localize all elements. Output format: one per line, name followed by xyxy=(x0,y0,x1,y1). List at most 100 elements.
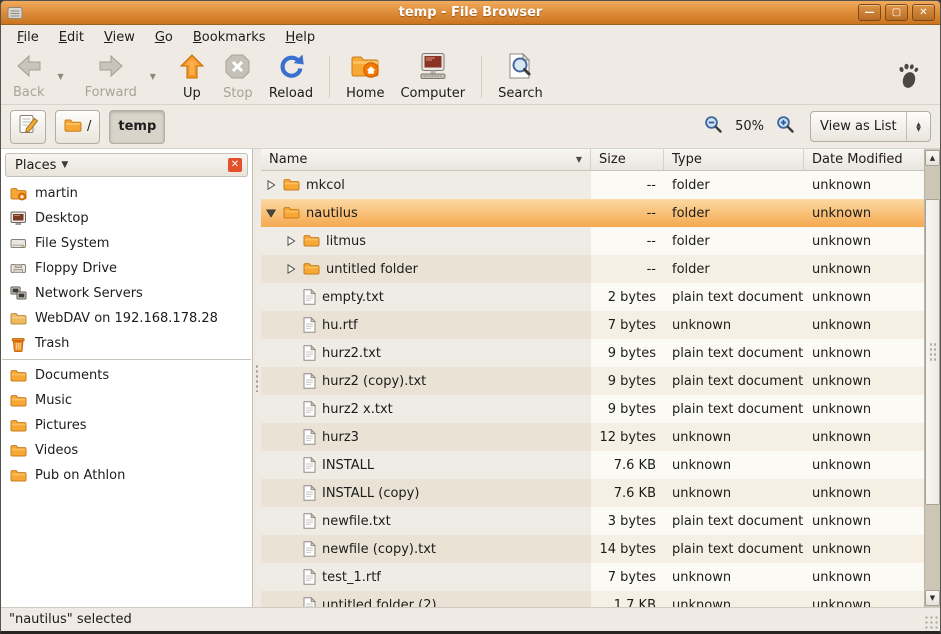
scroll-down-button[interactable]: ▼ xyxy=(925,590,940,606)
minimize-button[interactable]: — xyxy=(858,4,881,21)
file-size: -- xyxy=(591,199,664,227)
maximize-button[interactable]: ▢ xyxy=(885,4,908,21)
expander-collapsed-icon[interactable] xyxy=(285,264,297,274)
file-type: unknown xyxy=(664,591,804,607)
table-row[interactable]: litmus--folderunknown xyxy=(261,227,924,255)
vertical-scrollbar[interactable]: ▲ ▼ xyxy=(924,149,940,607)
sidebar-item-documents[interactable]: Documents xyxy=(1,363,252,388)
table-row[interactable]: hurz2 (copy).txt9 bytesplain text docume… xyxy=(261,367,924,395)
sidebar-item-music[interactable]: Music xyxy=(1,388,252,413)
file-name: mkcol xyxy=(306,178,345,193)
sidebar-item-pictures[interactable]: Pictures xyxy=(1,413,252,438)
table-row[interactable]: INSTALL (copy)7.6 KBunknownunknown xyxy=(261,479,924,507)
column-header-date[interactable]: Date Modified xyxy=(804,149,940,170)
zoom-out-button[interactable] xyxy=(704,115,723,138)
file-size: 7 bytes xyxy=(591,311,664,339)
zoom-in-button[interactable] xyxy=(776,115,795,138)
close-button[interactable]: ✕ xyxy=(912,4,935,21)
table-row[interactable]: hurz312 bytesunknownunknown xyxy=(261,423,924,451)
menu-file[interactable]: File xyxy=(7,27,49,48)
sidebar-item-label: Pub on Athlon xyxy=(35,468,125,483)
scroll-up-button[interactable]: ▲ xyxy=(925,150,940,166)
table-row[interactable]: hu.rtf7 bytesunknownunknown xyxy=(261,311,924,339)
sidebar-item-file-system[interactable]: File System xyxy=(1,231,252,256)
window-title: temp - File Browser xyxy=(1,5,940,20)
menu-go[interactable]: Go xyxy=(145,27,183,48)
table-row[interactable]: test_1.rtf7 bytesunknownunknown xyxy=(261,563,924,591)
file-type: unknown xyxy=(664,563,804,591)
table-row[interactable]: INSTALL7.6 KBunknownunknown xyxy=(261,451,924,479)
file-date-modified: unknown xyxy=(804,367,924,395)
computer-button[interactable]: Computer xyxy=(392,51,473,103)
file-date-modified: unknown xyxy=(804,339,924,367)
table-row[interactable]: empty.txt2 bytesplain text documentunkno… xyxy=(261,283,924,311)
sidebar-item-label: Network Servers xyxy=(35,286,143,301)
table-row[interactable]: untitled folder--folderunknown xyxy=(261,255,924,283)
sidebar-separator xyxy=(2,359,251,360)
trash-icon xyxy=(10,336,27,352)
places-header[interactable]: Places ▼ ✕ xyxy=(5,153,248,177)
path-button-temp[interactable]: temp xyxy=(109,110,165,144)
table-row[interactable]: hurz2 x.txt9 bytesplain text documentunk… xyxy=(261,395,924,423)
file-icon xyxy=(303,485,316,501)
file-name: INSTALL (copy) xyxy=(322,486,419,501)
edit-location-button[interactable] xyxy=(10,110,46,144)
file-type: plain text document xyxy=(664,395,804,423)
file-name: INSTALL xyxy=(322,458,374,473)
close-sidebar-button[interactable]: ✕ xyxy=(228,158,242,172)
file-type: unknown xyxy=(664,423,804,451)
sidebar-item-label: Trash xyxy=(35,336,69,351)
forward-history-dropdown[interactable]: ▼ xyxy=(145,51,161,103)
file-type: unknown xyxy=(664,451,804,479)
toolbar-button-label: Reload xyxy=(269,86,313,101)
webdav-folder-icon xyxy=(10,312,27,326)
menu-edit[interactable]: Edit xyxy=(49,27,94,48)
table-row[interactable]: mkcol--folderunknown xyxy=(261,171,924,199)
column-header-size[interactable]: Size xyxy=(591,149,664,170)
table-row[interactable]: newfile (copy).txt14 bytesplain text doc… xyxy=(261,535,924,563)
column-header-type[interactable]: Type xyxy=(664,149,804,170)
file-name: untitled folder xyxy=(326,262,418,277)
resize-grip[interactable] xyxy=(924,615,938,629)
sidebar-item-webdav-on-192-168-178-28[interactable]: WebDAV on 192.168.178.28 xyxy=(1,306,252,331)
scrollbar-thumb[interactable] xyxy=(925,199,940,505)
sidebar-item-label: Documents xyxy=(35,368,109,383)
sidebar-item-martin[interactable]: martin xyxy=(1,181,252,206)
menu-help[interactable]: Help xyxy=(276,27,326,48)
sidebar-item-floppy-drive[interactable]: Floppy Drive xyxy=(1,256,252,281)
expander-collapsed-icon[interactable] xyxy=(285,236,297,246)
zoom-controls: 50% xyxy=(704,115,795,138)
folder-small-icon xyxy=(64,118,82,136)
sort-desc-icon: ▼ xyxy=(576,155,582,164)
sidebar-item-trash[interactable]: Trash xyxy=(1,331,252,356)
reload-button[interactable]: Reload xyxy=(261,51,321,103)
sidebar-item-desktop[interactable]: Desktop xyxy=(1,206,252,231)
sidebar-item-pub-on-athlon[interactable]: Pub on Athlon xyxy=(1,463,252,488)
menu-view[interactable]: View xyxy=(94,27,145,48)
path-button-root[interactable]: / xyxy=(55,110,100,144)
file-name: litmus xyxy=(326,234,366,249)
table-row[interactable]: untitled folder (2)1.7 KBunknownunknown xyxy=(261,591,924,607)
expander-collapsed-icon[interactable] xyxy=(265,180,277,190)
file-size: 7 bytes xyxy=(591,563,664,591)
menu-bookmarks[interactable]: Bookmarks xyxy=(183,27,276,48)
back-history-dropdown[interactable]: ▼ xyxy=(53,51,69,103)
sidebar-item-label: Music xyxy=(35,393,72,408)
home-button[interactable]: Home xyxy=(338,51,392,103)
file-date-modified: unknown xyxy=(804,311,924,339)
titlebar[interactable]: temp - File Browser —▢✕ xyxy=(1,1,940,25)
table-row[interactable]: nautilus--folderunknown xyxy=(261,199,924,227)
column-header-name[interactable]: Name▼ xyxy=(261,149,591,170)
table-row[interactable]: hurz2.txt9 bytesplain text documentunkno… xyxy=(261,339,924,367)
file-icon xyxy=(303,569,316,585)
folder-icon xyxy=(10,369,27,383)
up-button[interactable]: Up xyxy=(169,51,215,103)
folder-icon xyxy=(10,444,27,458)
table-row[interactable]: newfile.txt3 bytesplain text documentunk… xyxy=(261,507,924,535)
pane-splitter[interactable] xyxy=(253,149,261,607)
view-selector[interactable]: View as List ▲▼ xyxy=(810,111,931,142)
expander-expanded-icon[interactable] xyxy=(265,208,277,218)
sidebar-item-videos[interactable]: Videos xyxy=(1,438,252,463)
sidebar-item-network-servers[interactable]: Network Servers xyxy=(1,281,252,306)
search-button[interactable]: Search xyxy=(490,51,551,103)
